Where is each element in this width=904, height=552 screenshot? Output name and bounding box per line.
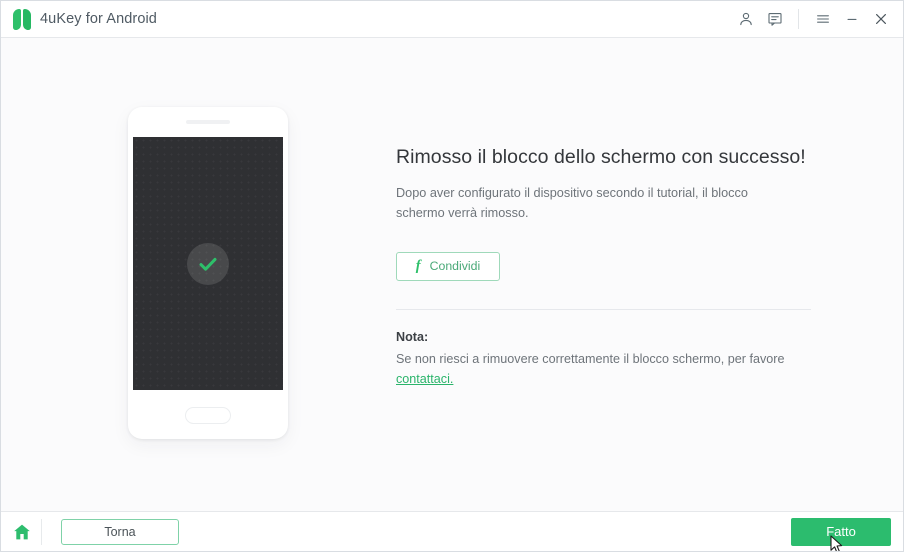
brand: 4uKey for Android <box>13 8 157 30</box>
app-title: 4uKey for Android <box>40 11 157 27</box>
share-button-label: Condividi <box>429 259 481 274</box>
phone-home-button <box>185 407 231 424</box>
note-body-text: Se non riesci a rimuovere correttamente … <box>396 351 785 366</box>
bottom-bar-divider <box>41 518 42 545</box>
minimize-icon[interactable] <box>837 1 866 38</box>
content-area: Rimosso il blocco dello schermo con succ… <box>1 38 903 511</box>
info-column: Rimosso il blocco dello schermo con succ… <box>396 145 814 390</box>
phone-speaker <box>186 120 230 124</box>
phone-screen <box>133 137 283 390</box>
close-icon[interactable] <box>866 1 895 38</box>
done-button[interactable]: Fatto <box>791 517 891 546</box>
menu-icon[interactable] <box>808 1 837 38</box>
section-divider <box>396 308 811 310</box>
leaf-logo-icon <box>13 8 33 30</box>
share-button[interactable]: f Condividi <box>396 251 500 281</box>
bottom-bar: Torna Fatto <box>1 511 903 551</box>
title-bar: 4uKey for Android <box>1 1 903 38</box>
page-description: Dopo aver configurato il dispositivo sec… <box>396 186 748 221</box>
titlebar-actions <box>731 1 903 37</box>
feedback-icon[interactable] <box>760 1 789 38</box>
home-icon[interactable] <box>3 512 41 552</box>
contact-link[interactable]: contattaci. <box>396 370 453 390</box>
page-title: Rimosso il blocco dello schermo con succ… <box>396 146 806 168</box>
titlebar-divider <box>798 9 799 29</box>
note-body: Se non riesci a rimuovere correttamente … <box>396 350 796 390</box>
app-window: 4uKey for Android Rimosso il blocco dell… <box>0 0 904 552</box>
check-mark-icon <box>187 242 229 285</box>
phone-illustration <box>128 107 288 439</box>
account-icon[interactable] <box>731 1 760 38</box>
note-title: Nota: <box>396 329 429 344</box>
phone-body <box>128 107 288 439</box>
facebook-icon: f <box>415 258 421 274</box>
back-button[interactable]: Torna <box>61 518 179 545</box>
